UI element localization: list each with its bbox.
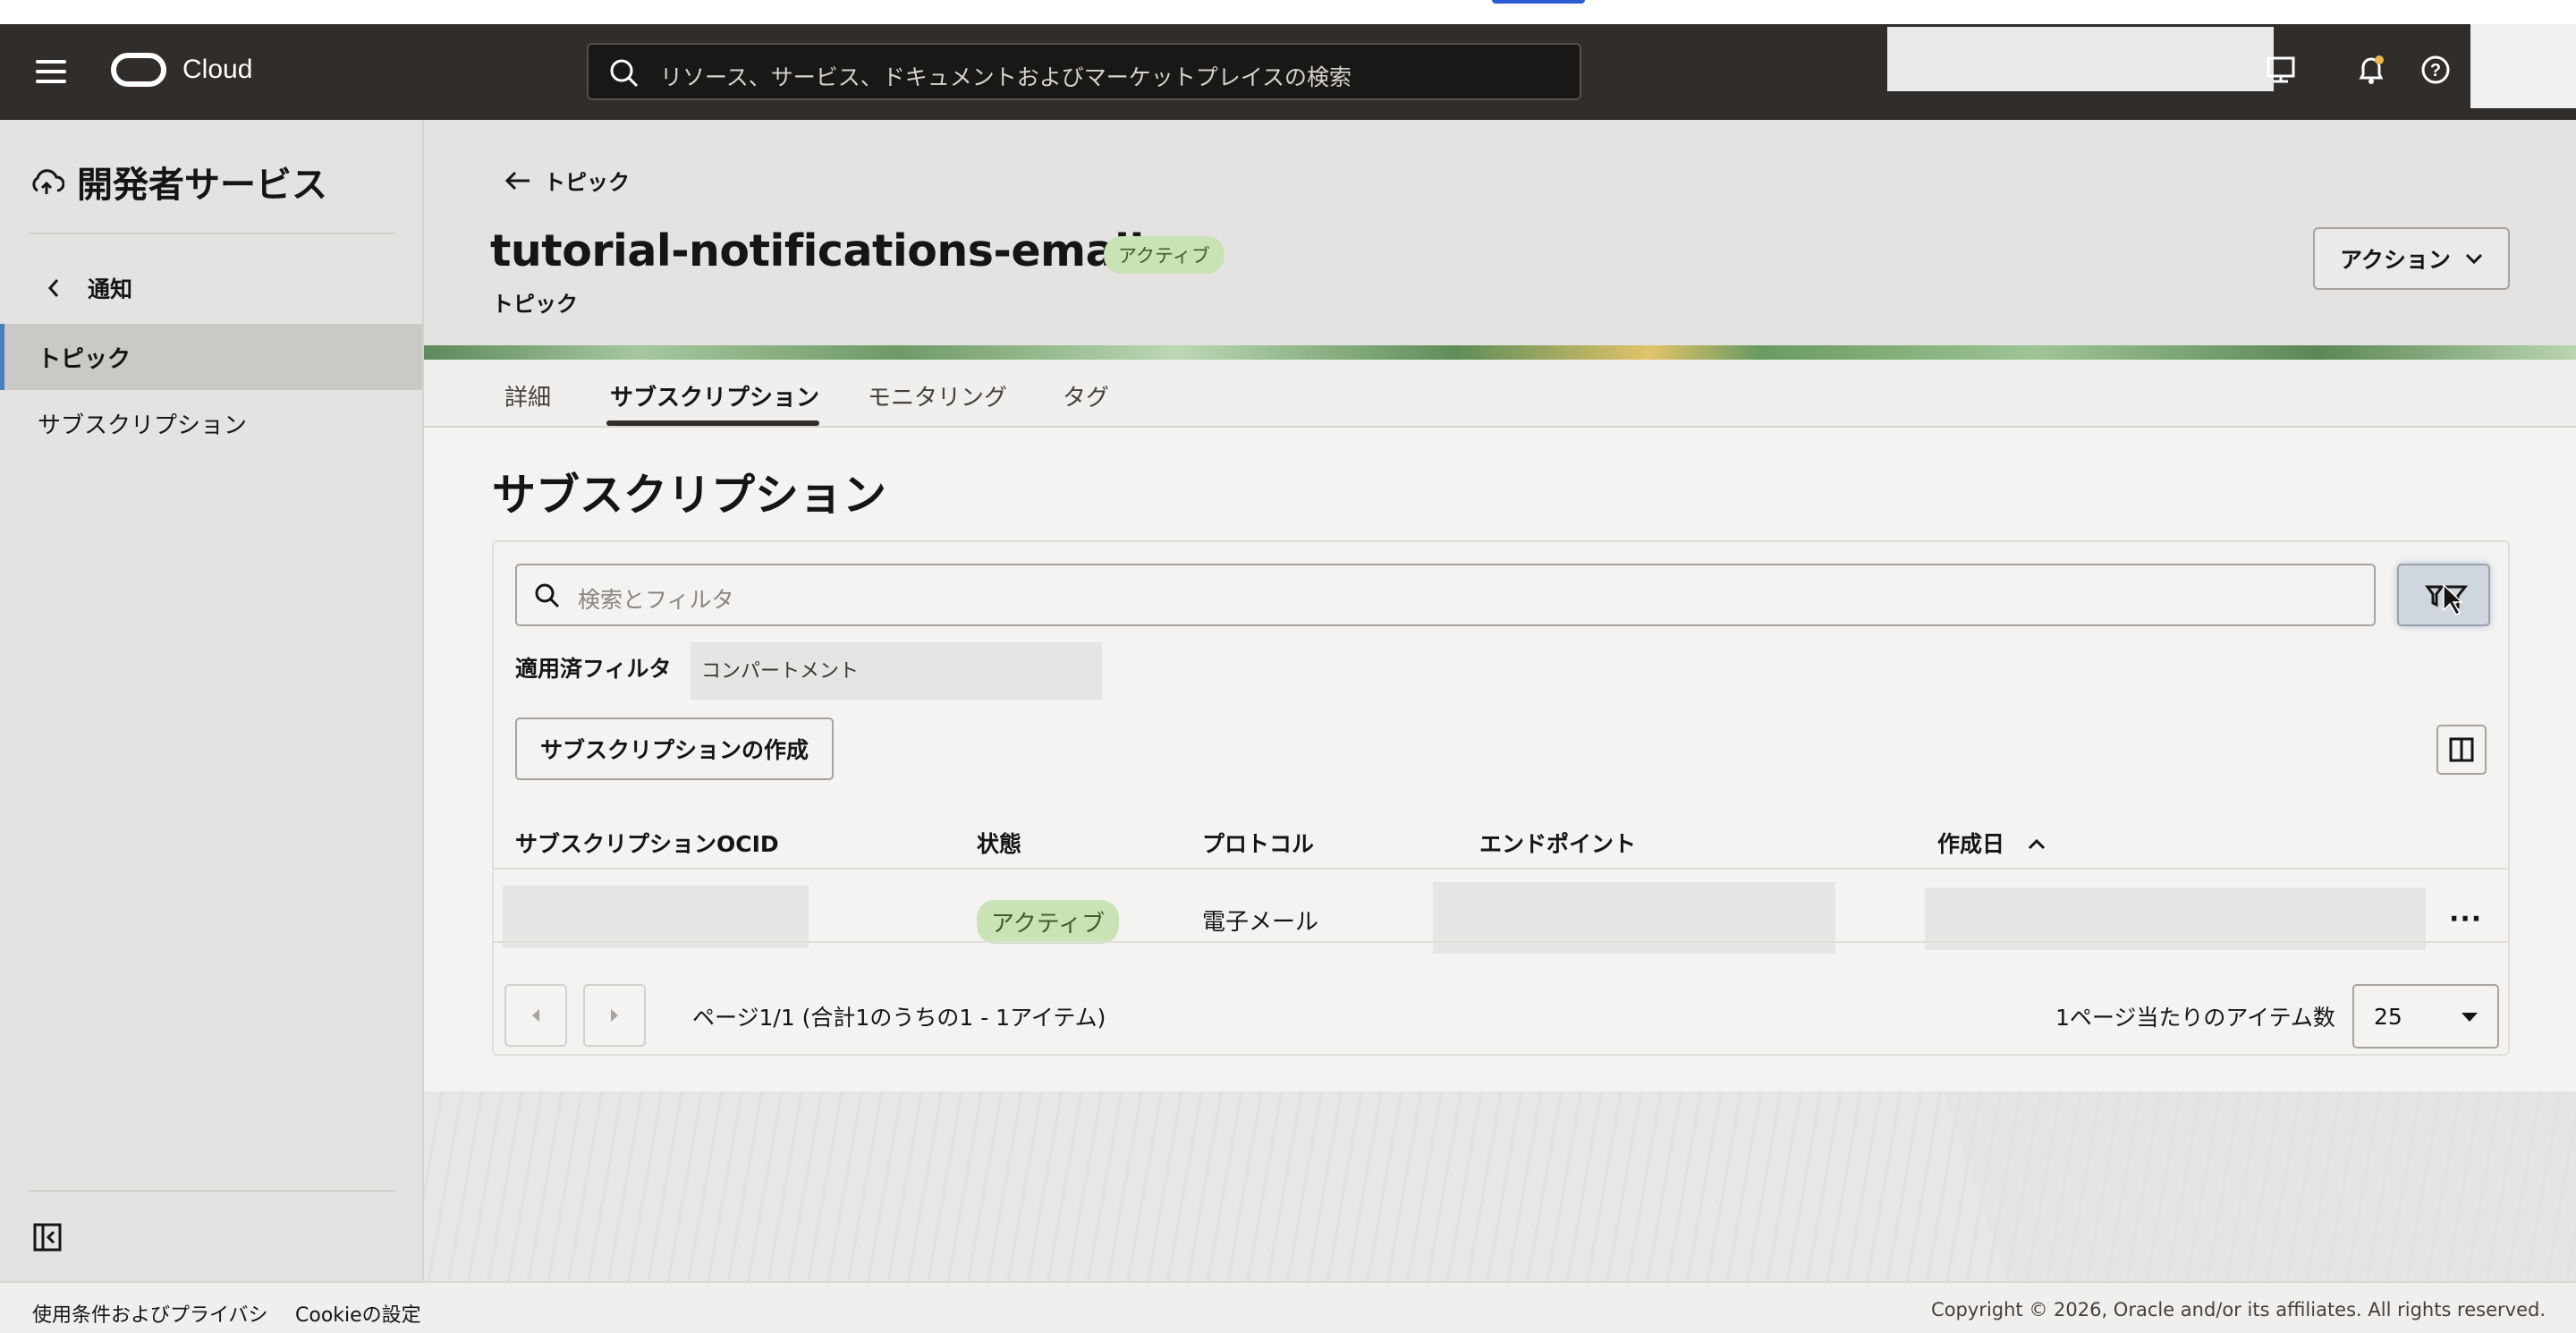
collapse-sidebar-icon[interactable] <box>32 1222 63 1252</box>
search-filter-input[interactable]: 検索とフィルタ <box>515 564 2376 626</box>
search-placeholder: リソース、サービス、ドキュメントおよびマーケットプレイスの検索 <box>660 64 1352 90</box>
table-header-divider <box>494 868 2508 870</box>
copyright-text: Copyright © 2026, Oracle and/or its affi… <box>1931 1299 2546 1320</box>
column-header-endpoint[interactable]: エンドポイント <box>1479 827 1636 859</box>
actions-label: アクション <box>2340 247 2451 273</box>
oracle-logo-icon[interactable] <box>111 53 166 87</box>
filter-icon <box>2425 583 2469 616</box>
sidebar-item-subscriptions[interactable]: サブスクリプション <box>0 390 422 456</box>
help-icon[interactable]: ? <box>2417 51 2454 89</box>
create-subscription-button[interactable]: サブスクリプションの作成 <box>515 717 834 780</box>
sidebar: 開発者サービス 通知 トピック サブスクリプション <box>0 120 424 1281</box>
global-search-input[interactable]: リソース、サービス、ドキュメントおよびマーケットプレイスの検索 <box>587 43 1581 100</box>
tab-monitoring[interactable]: モニタリング <box>868 379 1007 412</box>
tab-bar: 詳細 サブスクリプション モニタリング タグ <box>424 360 2576 428</box>
browser-top-strip <box>0 0 2576 24</box>
sidebar-bottom-divider <box>29 1190 395 1192</box>
column-settings-button[interactable] <box>2436 725 2487 775</box>
sidebar-item-topics[interactable]: トピック <box>0 324 422 390</box>
status-badge: アクティブ <box>1104 236 1224 274</box>
column-header-created-label: 作成日 <box>1937 831 2005 857</box>
tab-tags[interactable]: タグ <box>1063 379 1109 412</box>
redacted-ocid <box>503 886 809 948</box>
hamburger-menu-icon[interactable] <box>36 60 66 83</box>
column-header-ocid[interactable]: サブスクリプションOCID <box>515 827 779 859</box>
brand-label[interactable]: Cloud <box>182 55 252 85</box>
main-content: トピック tutorial-notifications-email アクティブ … <box>424 120 2576 1281</box>
caret-down-icon <box>2462 1013 2478 1022</box>
sidebar-header: 開発者サービス <box>29 156 327 208</box>
row-protocol: 電子メール <box>1202 909 1319 936</box>
column-header-protocol[interactable]: プロトコル <box>1202 827 1314 859</box>
subscriptions-section: サブスクリプション 検索とフィルタ 適用済フィルタ コンパートメント サブスクリ… <box>424 428 2576 1091</box>
previous-page-button[interactable] <box>504 984 567 1047</box>
row-state-badge: アクティブ <box>977 900 1120 944</box>
top-indicator <box>1492 0 1585 4</box>
sidebar-title: 開発者サービス <box>77 165 327 206</box>
background-shade <box>1945 1091 2576 1281</box>
caret-right-icon <box>611 1009 618 1022</box>
page-title: tutorial-notifications-email <box>490 225 1144 276</box>
decorative-banner <box>424 345 2576 360</box>
breadcrumb[interactable]: トピック <box>504 165 630 196</box>
sidebar-back-label: 通知 <box>88 276 133 302</box>
svg-text:?: ? <box>2430 61 2441 81</box>
notifications-bell-icon[interactable] <box>2352 51 2390 89</box>
search-icon <box>610 59 639 88</box>
column-header-created[interactable]: 作成日 <box>1937 827 2046 859</box>
table-row-divider <box>494 941 2508 943</box>
search-icon <box>535 583 560 608</box>
breadcrumb-label: トピック <box>544 170 630 195</box>
cloud-shell-icon[interactable] <box>2263 51 2301 89</box>
items-per-page-value: 25 <box>2374 1004 2402 1030</box>
row-actions-menu[interactable]: ··· <box>2449 904 2482 935</box>
items-per-page-label: 1ページ当たりのアイテム数 <box>2055 1005 2335 1031</box>
terms-privacy-link[interactable]: 使用条件およびプライバシ <box>32 1299 268 1328</box>
global-header: Cloud リソース、サービス、ドキュメントおよびマーケットプレイスの検索 ? <box>0 24 2576 120</box>
caret-left-icon <box>532 1009 539 1022</box>
cookie-settings-link[interactable]: Cookieの設定 <box>295 1299 421 1328</box>
chevron-left-icon <box>47 279 59 297</box>
subscriptions-panel: 検索とフィルタ 適用済フィルタ コンパートメント サブスクリプションの作成 サブ… <box>492 540 2510 1056</box>
tab-subscriptions[interactable]: サブスクリプション <box>610 379 819 412</box>
filter-chip-label: コンパートメント <box>701 660 860 683</box>
redacted-endpoint <box>1433 882 1835 954</box>
column-header-state[interactable]: 状態 <box>977 827 1021 859</box>
arrow-left-icon <box>504 171 530 190</box>
developer-services-cloud-icon <box>32 169 64 194</box>
background-pattern <box>424 1091 2576 1281</box>
tab-details[interactable]: 詳細 <box>504 379 551 412</box>
next-page-button[interactable] <box>583 984 646 1047</box>
footer: 使用条件およびプライバシ Cookieの設定 Copyright © 2026,… <box>0 1281 2576 1333</box>
filter-chip-compartment[interactable]: コンパートメント <box>691 642 1102 700</box>
sort-ascending-icon <box>2028 838 2045 850</box>
applied-filters-label: 適用済フィルタ <box>515 656 672 682</box>
page-subtitle: トピック <box>492 292 578 317</box>
filter-placeholder: 検索とフィルタ <box>578 587 734 613</box>
columns-icon <box>2449 737 2474 762</box>
chevron-down-icon <box>2465 253 2482 265</box>
profile-avatar[interactable] <box>2470 24 2576 108</box>
sidebar-back-link[interactable]: 通知 <box>47 272 132 304</box>
items-per-page-select[interactable]: 25 <box>2352 984 2499 1049</box>
section-title: サブスクリプション <box>492 470 887 521</box>
filter-button[interactable] <box>2397 564 2490 626</box>
sidebar-divider <box>29 233 395 234</box>
redacted-region <box>1887 27 2274 91</box>
actions-button[interactable]: アクション <box>2313 227 2510 290</box>
active-tab-indicator <box>606 420 819 426</box>
pagination-summary: ページ1/1 (合計1のうちの1 - 1アイテム) <box>692 1005 1106 1031</box>
